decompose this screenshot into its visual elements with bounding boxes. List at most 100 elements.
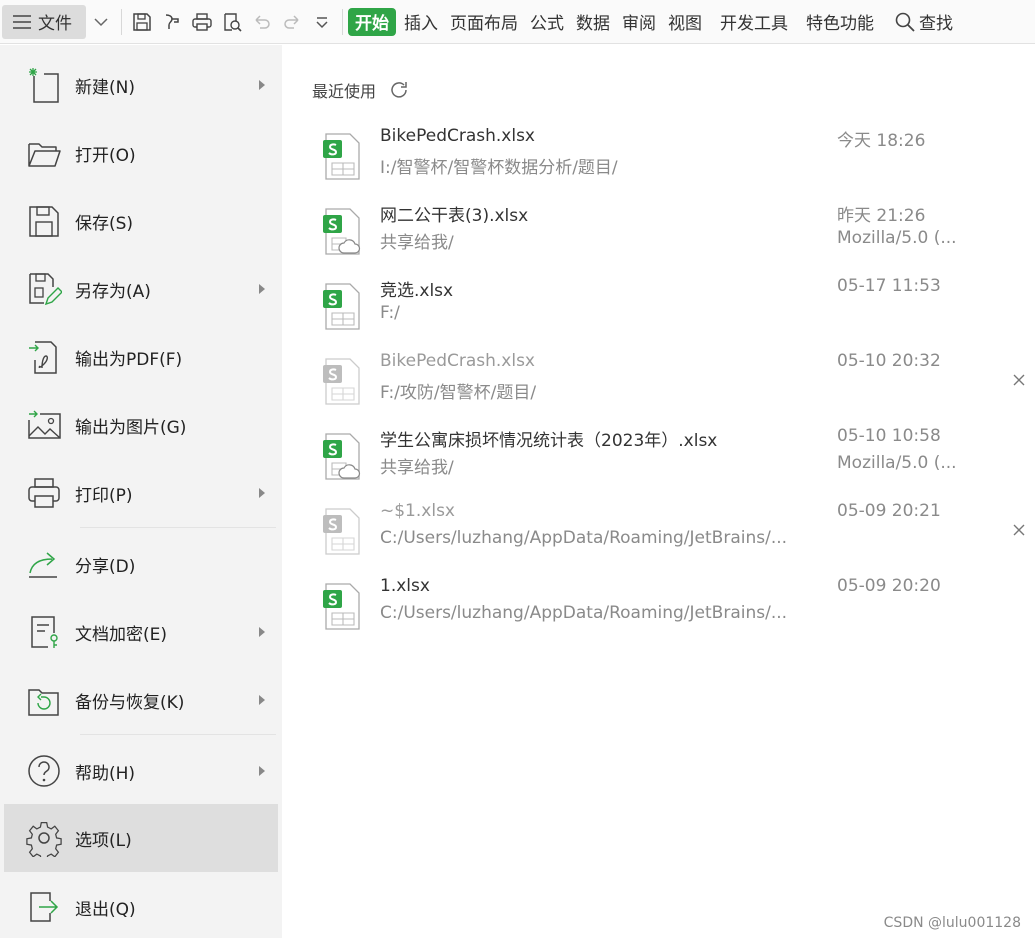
menu-item-label: 文档加密(E) (75, 624, 168, 645)
recent-file-row[interactable]: 竞选.xlsx F:/ 05-17 11:53 (312, 276, 1035, 344)
menu-item-print[interactable]: 打印(P) (4, 460, 278, 526)
file-time: 05-09 20:20 (837, 576, 941, 596)
undo-button[interactable] (247, 5, 277, 39)
recent-file-row[interactable]: 1.xlsx C:/Users/luzhang/AppData/Roaming/… (312, 576, 1035, 644)
menu-item-label: 打开(O) (75, 145, 136, 166)
format-painter-button[interactable] (157, 5, 187, 39)
file-path: C:/Users/luzhang/AppData/Roaming/JetBrai… (380, 528, 788, 548)
menu-item-export-pdf[interactable]: 输出为PDF(F) (4, 324, 278, 390)
file-menu-button[interactable]: 文件 (2, 4, 86, 39)
save-as-icon (26, 270, 62, 308)
toolbar-separator (121, 8, 122, 35)
tab-insert[interactable]: 插入 (398, 5, 444, 39)
file-path: F:/ (380, 303, 400, 323)
menu-divider (80, 734, 276, 735)
file-name: ~$1.xlsx (380, 501, 455, 521)
menu-item-new[interactable]: 新建(N) (4, 52, 278, 118)
file-path: 共享给我/ (380, 458, 454, 478)
export-image-icon (26, 406, 62, 444)
tab-features[interactable]: 特色功能 (800, 5, 880, 39)
redo-button[interactable] (277, 5, 307, 39)
print-preview-icon (224, 12, 242, 32)
tab-data[interactable]: 数据 (570, 5, 616, 39)
file-time: 05-10 10:58 (837, 426, 941, 446)
menu-item-save-as[interactable]: 另存为(A) (4, 256, 278, 322)
recent-file-row[interactable]: ~$1.xlsx C:/Users/luzhang/AppData/Roamin… (312, 501, 1035, 569)
menu-item-help[interactable]: 帮助(H) (4, 738, 278, 804)
file-name: 竞选.xlsx (380, 281, 454, 301)
folder-open-icon (26, 134, 62, 172)
tab-home[interactable]: 开始 (348, 7, 396, 36)
quick-save-button[interactable] (127, 5, 157, 39)
file-dropdown-button[interactable] (86, 5, 116, 39)
quick-print-button[interactable] (187, 5, 217, 39)
menu-item-encrypt[interactable]: 文档加密(E) (4, 599, 278, 665)
help-icon (26, 752, 62, 790)
menu-item-export-image[interactable]: 输出为图片(G) (4, 392, 278, 458)
tab-page-layout[interactable]: 页面布局 (444, 5, 524, 39)
tab-formulas[interactable]: 公式 (524, 5, 570, 39)
exit-icon (26, 888, 62, 926)
menu-item-open[interactable]: 打开(O) (4, 120, 278, 186)
spreadsheet-file-icon (323, 283, 360, 330)
format-painter-icon (165, 13, 179, 29)
menu-item-label: 退出(Q) (75, 899, 136, 920)
refresh-icon[interactable] (388, 79, 410, 101)
file-name: BikePedCrash.xlsx (380, 351, 535, 371)
chevron-right-icon (259, 80, 265, 90)
missing-spreadsheet-file-icon (323, 358, 360, 405)
search-button[interactable]: 查找 (894, 9, 953, 34)
close-icon[interactable] (1012, 523, 1026, 537)
menu-item-label: 新建(N) (75, 77, 135, 98)
tab-review[interactable]: 审阅 (616, 5, 662, 39)
chevron-right-icon (259, 627, 265, 637)
chevron-down-icon (94, 17, 108, 26)
search-label: 查找 (919, 14, 953, 34)
menu-item-label: 打印(P) (75, 485, 133, 506)
toolbar: 文件 开始 插入 页面布局 公式 数据 审阅 视图 开发工具 特色功能 查找 (0, 0, 1035, 44)
file-source: Mozilla/5.0 (... (837, 228, 957, 248)
menu-item-exit[interactable]: 退出(Q) (4, 874, 278, 938)
tab-developer[interactable]: 开发工具 (714, 5, 794, 39)
encrypt-icon (26, 613, 62, 651)
file-time: 昨天 21:26 (837, 206, 926, 226)
file-name: 学生公寓床损坏情况统计表（2023年）.xlsx (380, 431, 718, 451)
menu-item-share[interactable]: 分享(D) (4, 531, 278, 597)
file-path: C:/Users/luzhang/AppData/Roaming/JetBrai… (380, 603, 788, 623)
file-source: Mozilla/5.0 (... (837, 453, 957, 473)
save-icon (133, 12, 151, 31)
cloud-spreadsheet-file-icon (323, 208, 361, 255)
file-path: I:/智警杯/智警杯数据分析/题目/ (380, 158, 618, 178)
menu-item-options[interactable]: 选项(L) (4, 804, 278, 872)
toolbar-separator (342, 8, 343, 35)
menu-item-label: 保存(S) (75, 213, 134, 234)
print-preview-button[interactable] (217, 5, 247, 39)
close-icon[interactable] (1012, 373, 1026, 387)
file-time: 今天 18:26 (837, 131, 926, 151)
file-menu-label: 文件 (38, 14, 72, 34)
backup-icon (26, 681, 62, 719)
menu-item-label: 另存为(A) (75, 281, 151, 302)
recent-file-row[interactable]: 学生公寓床损坏情况统计表（2023年）.xlsx 共享给我/ 05-10 10:… (312, 426, 1035, 494)
menu-item-label: 选项(L) (75, 830, 132, 851)
recent-file-row[interactable]: 网二公干表(3).xlsx 共享给我/ 昨天 21:26 Mozilla/5.0… (312, 201, 1035, 269)
file-time: 05-10 20:32 (837, 351, 941, 371)
tab-view[interactable]: 视图 (662, 5, 708, 39)
recent-title: 最近使用 (312, 82, 377, 101)
search-icon (895, 12, 915, 32)
file-menu: 新建(N) 打开(O) 保存(S) 另存为(A) 输出为PDF(F) 输出为图片… (0, 45, 282, 938)
export-pdf-icon (26, 338, 62, 376)
menu-item-backup[interactable]: 备份与恢复(K) (4, 667, 278, 733)
recent-file-row[interactable]: BikePedCrash.xlsx I:/智警杯/智警杯数据分析/题目/ 今天 … (312, 126, 1035, 194)
chevron-right-icon (259, 488, 265, 498)
print-icon (192, 12, 212, 31)
file-time: 05-17 11:53 (837, 276, 941, 296)
recent-file-row[interactable]: BikePedCrash.xlsx F:/攻防/智警杯/题目/ 05-10 20… (312, 351, 1035, 419)
menu-item-label: 分享(D) (75, 556, 136, 577)
file-name: 网二公干表(3).xlsx (380, 206, 529, 226)
customize-toolbar-button[interactable] (307, 5, 337, 39)
hamburger-icon (13, 14, 31, 29)
menu-item-save[interactable]: 保存(S) (4, 188, 278, 254)
chevron-right-icon (259, 284, 265, 294)
redo-icon (284, 14, 299, 29)
